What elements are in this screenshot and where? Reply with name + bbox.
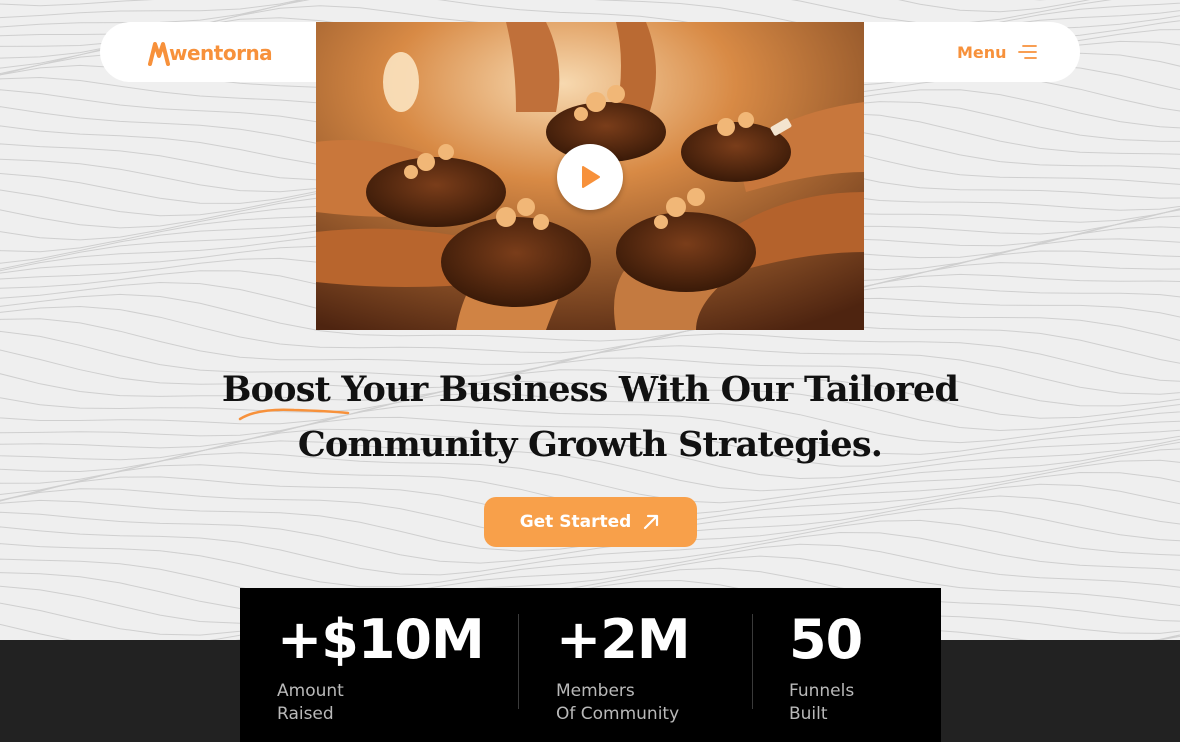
stats-panel: +$10M Amount Raised +2M Members Of Commu… bbox=[240, 588, 941, 742]
stat-label-line2: Raised bbox=[277, 704, 334, 724]
stat-label-line2: Built bbox=[789, 704, 828, 724]
stat-value: +$10M bbox=[277, 608, 485, 671]
get-started-label: Get Started bbox=[519, 512, 632, 532]
play-button[interactable] bbox=[557, 144, 623, 210]
stat-value: +2M bbox=[556, 608, 691, 671]
logo-mark-icon bbox=[148, 42, 170, 66]
highlight-underline-swoosh bbox=[238, 408, 350, 421]
brand-logo[interactable]: wentorna bbox=[147, 38, 273, 68]
stat-value: 50 bbox=[789, 608, 863, 671]
arrow-up-right-icon bbox=[644, 514, 659, 530]
stat-label-line1: Funnels bbox=[789, 681, 855, 701]
stat-divider bbox=[752, 614, 753, 709]
menu-button[interactable]: Menu bbox=[957, 40, 1037, 64]
stat-label: Members Of Community bbox=[556, 680, 756, 726]
stat-divider bbox=[518, 614, 519, 709]
stat-label-line1: Members bbox=[556, 681, 635, 701]
stat-label-line2: Of Community bbox=[556, 704, 680, 724]
stat-label-line1: Amount bbox=[277, 681, 344, 701]
stat-label: Amount Raised bbox=[277, 680, 477, 726]
headline-line1-rest: Your Business With Our Tailored bbox=[330, 369, 959, 410]
hamburger-icon bbox=[1017, 45, 1037, 59]
brand-name: wentorna bbox=[169, 41, 273, 65]
stat-label: Funnels Built bbox=[789, 680, 989, 726]
play-icon bbox=[582, 166, 600, 188]
get-started-button[interactable]: Get Started bbox=[484, 497, 697, 547]
headline-line2: Community Growth Strategies. bbox=[297, 424, 883, 465]
wave-line bbox=[0, 0, 1091, 13]
menu-label: Menu bbox=[957, 42, 1007, 62]
